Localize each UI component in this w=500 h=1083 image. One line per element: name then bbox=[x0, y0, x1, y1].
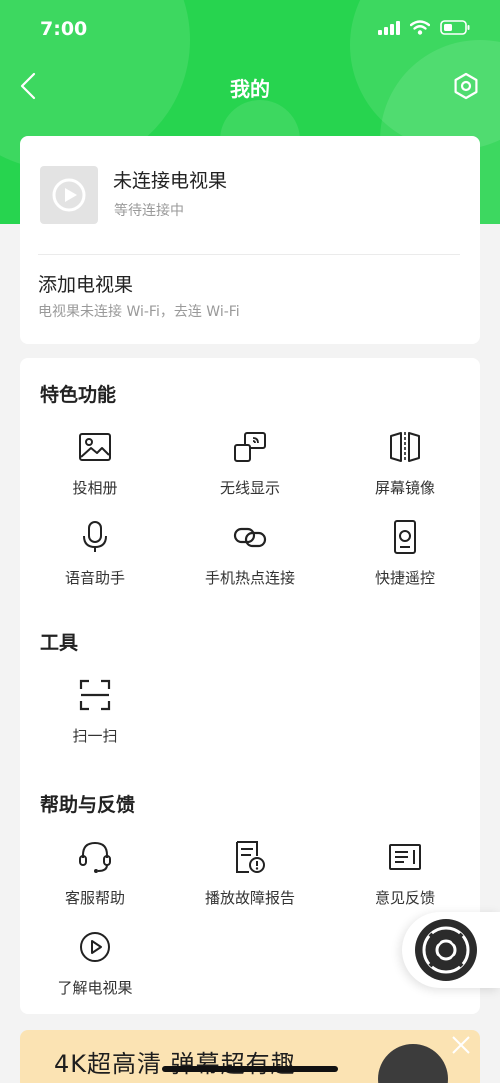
add-device-subtitle[interactable]: 电视果未连接 Wi-Fi，去连 Wi-Fi bbox=[38, 301, 240, 321]
floating-remote-button[interactable] bbox=[402, 912, 500, 988]
help-customer-service[interactable]: 客服帮助 bbox=[20, 840, 170, 920]
feature-wireless-display[interactable]: 无线显示 bbox=[175, 430, 325, 510]
help-feedback[interactable]: 意见反馈 bbox=[330, 840, 480, 920]
add-device-title[interactable]: 添加电视果 bbox=[38, 270, 133, 297]
wifi-icon bbox=[410, 20, 430, 35]
help-about[interactable]: 了解电视果 bbox=[20, 930, 170, 1010]
device-thumbnail bbox=[40, 166, 98, 224]
device-card: 未连接电视果 等待连接中 添加电视果 电视果未连接 Wi-Fi，去连 Wi-Fi bbox=[20, 136, 480, 344]
feature-label: 屏幕镜像 bbox=[374, 479, 435, 497]
feature-card: 特色功能 投相册 无线显示 屏幕镜像 语音助手 手机热点连接 快捷遥控 工具 扫… bbox=[20, 358, 480, 1014]
promo-banner[interactable]: 4K超高清 弹幕超有趣 bbox=[20, 1030, 480, 1083]
report-icon bbox=[236, 841, 265, 873]
device-name: 未连接电视果 bbox=[113, 170, 228, 192]
feature-label: 无线显示 bbox=[219, 479, 280, 497]
tv-play-icon bbox=[52, 178, 86, 212]
page-title: 我的 bbox=[230, 77, 270, 101]
section-title-help: 帮助与反馈 bbox=[40, 794, 136, 816]
status-bar: 7:00 bbox=[0, 0, 500, 60]
banner-text: 4K超高清 弹幕超有趣 bbox=[54, 1050, 296, 1078]
feature-label: 语音助手 bbox=[64, 569, 125, 587]
feature-hotspot-connect[interactable]: 手机热点连接 bbox=[175, 520, 325, 600]
help-playback-report[interactable]: 播放故障报告 bbox=[175, 840, 325, 920]
microphone-icon bbox=[83, 521, 107, 552]
remote-dpad-icon bbox=[415, 919, 477, 981]
help-label: 了解电视果 bbox=[57, 979, 133, 997]
wireless-display-icon bbox=[234, 432, 266, 462]
divider bbox=[38, 254, 460, 255]
device-status: 等待连接中 bbox=[114, 203, 184, 219]
help-label: 意见反馈 bbox=[374, 889, 435, 907]
feature-label: 快捷遥控 bbox=[374, 569, 435, 587]
help-label: 播放故障报告 bbox=[204, 889, 295, 907]
section-title-tools: 工具 bbox=[40, 632, 79, 654]
feature-voice-assistant[interactable]: 语音助手 bbox=[20, 520, 170, 600]
status-time: 7:00 bbox=[40, 18, 88, 40]
scan-icon bbox=[79, 679, 111, 711]
close-icon[interactable] bbox=[450, 1034, 472, 1056]
status-icons bbox=[378, 20, 470, 35]
banner-product-image bbox=[378, 1044, 448, 1083]
remote-control-icon bbox=[394, 520, 416, 554]
feature-screen-mirror[interactable]: 屏幕镜像 bbox=[330, 430, 480, 510]
section-title-features: 特色功能 bbox=[40, 384, 117, 406]
play-circle-icon bbox=[80, 932, 110, 962]
help-label: 客服帮助 bbox=[64, 889, 125, 907]
feature-photo-album[interactable]: 投相册 bbox=[20, 430, 170, 510]
signal-icon bbox=[378, 20, 400, 35]
feature-label: 投相册 bbox=[72, 479, 118, 497]
screen-mirror-icon bbox=[390, 432, 420, 462]
headset-icon bbox=[79, 841, 111, 873]
gear-icon bbox=[454, 72, 478, 100]
tool-label: 扫一扫 bbox=[72, 727, 118, 745]
photo-album-icon bbox=[79, 433, 111, 461]
feature-quick-remote[interactable]: 快捷遥控 bbox=[330, 520, 480, 600]
battery-icon bbox=[440, 20, 470, 35]
feedback-icon bbox=[389, 844, 421, 870]
feature-label: 手机热点连接 bbox=[204, 569, 295, 587]
nav-bar: 我的 bbox=[0, 64, 500, 108]
settings-button[interactable] bbox=[450, 70, 482, 102]
tool-scan[interactable]: 扫一扫 bbox=[20, 678, 170, 758]
home-indicator bbox=[162, 1066, 338, 1072]
link-icon bbox=[233, 527, 267, 548]
